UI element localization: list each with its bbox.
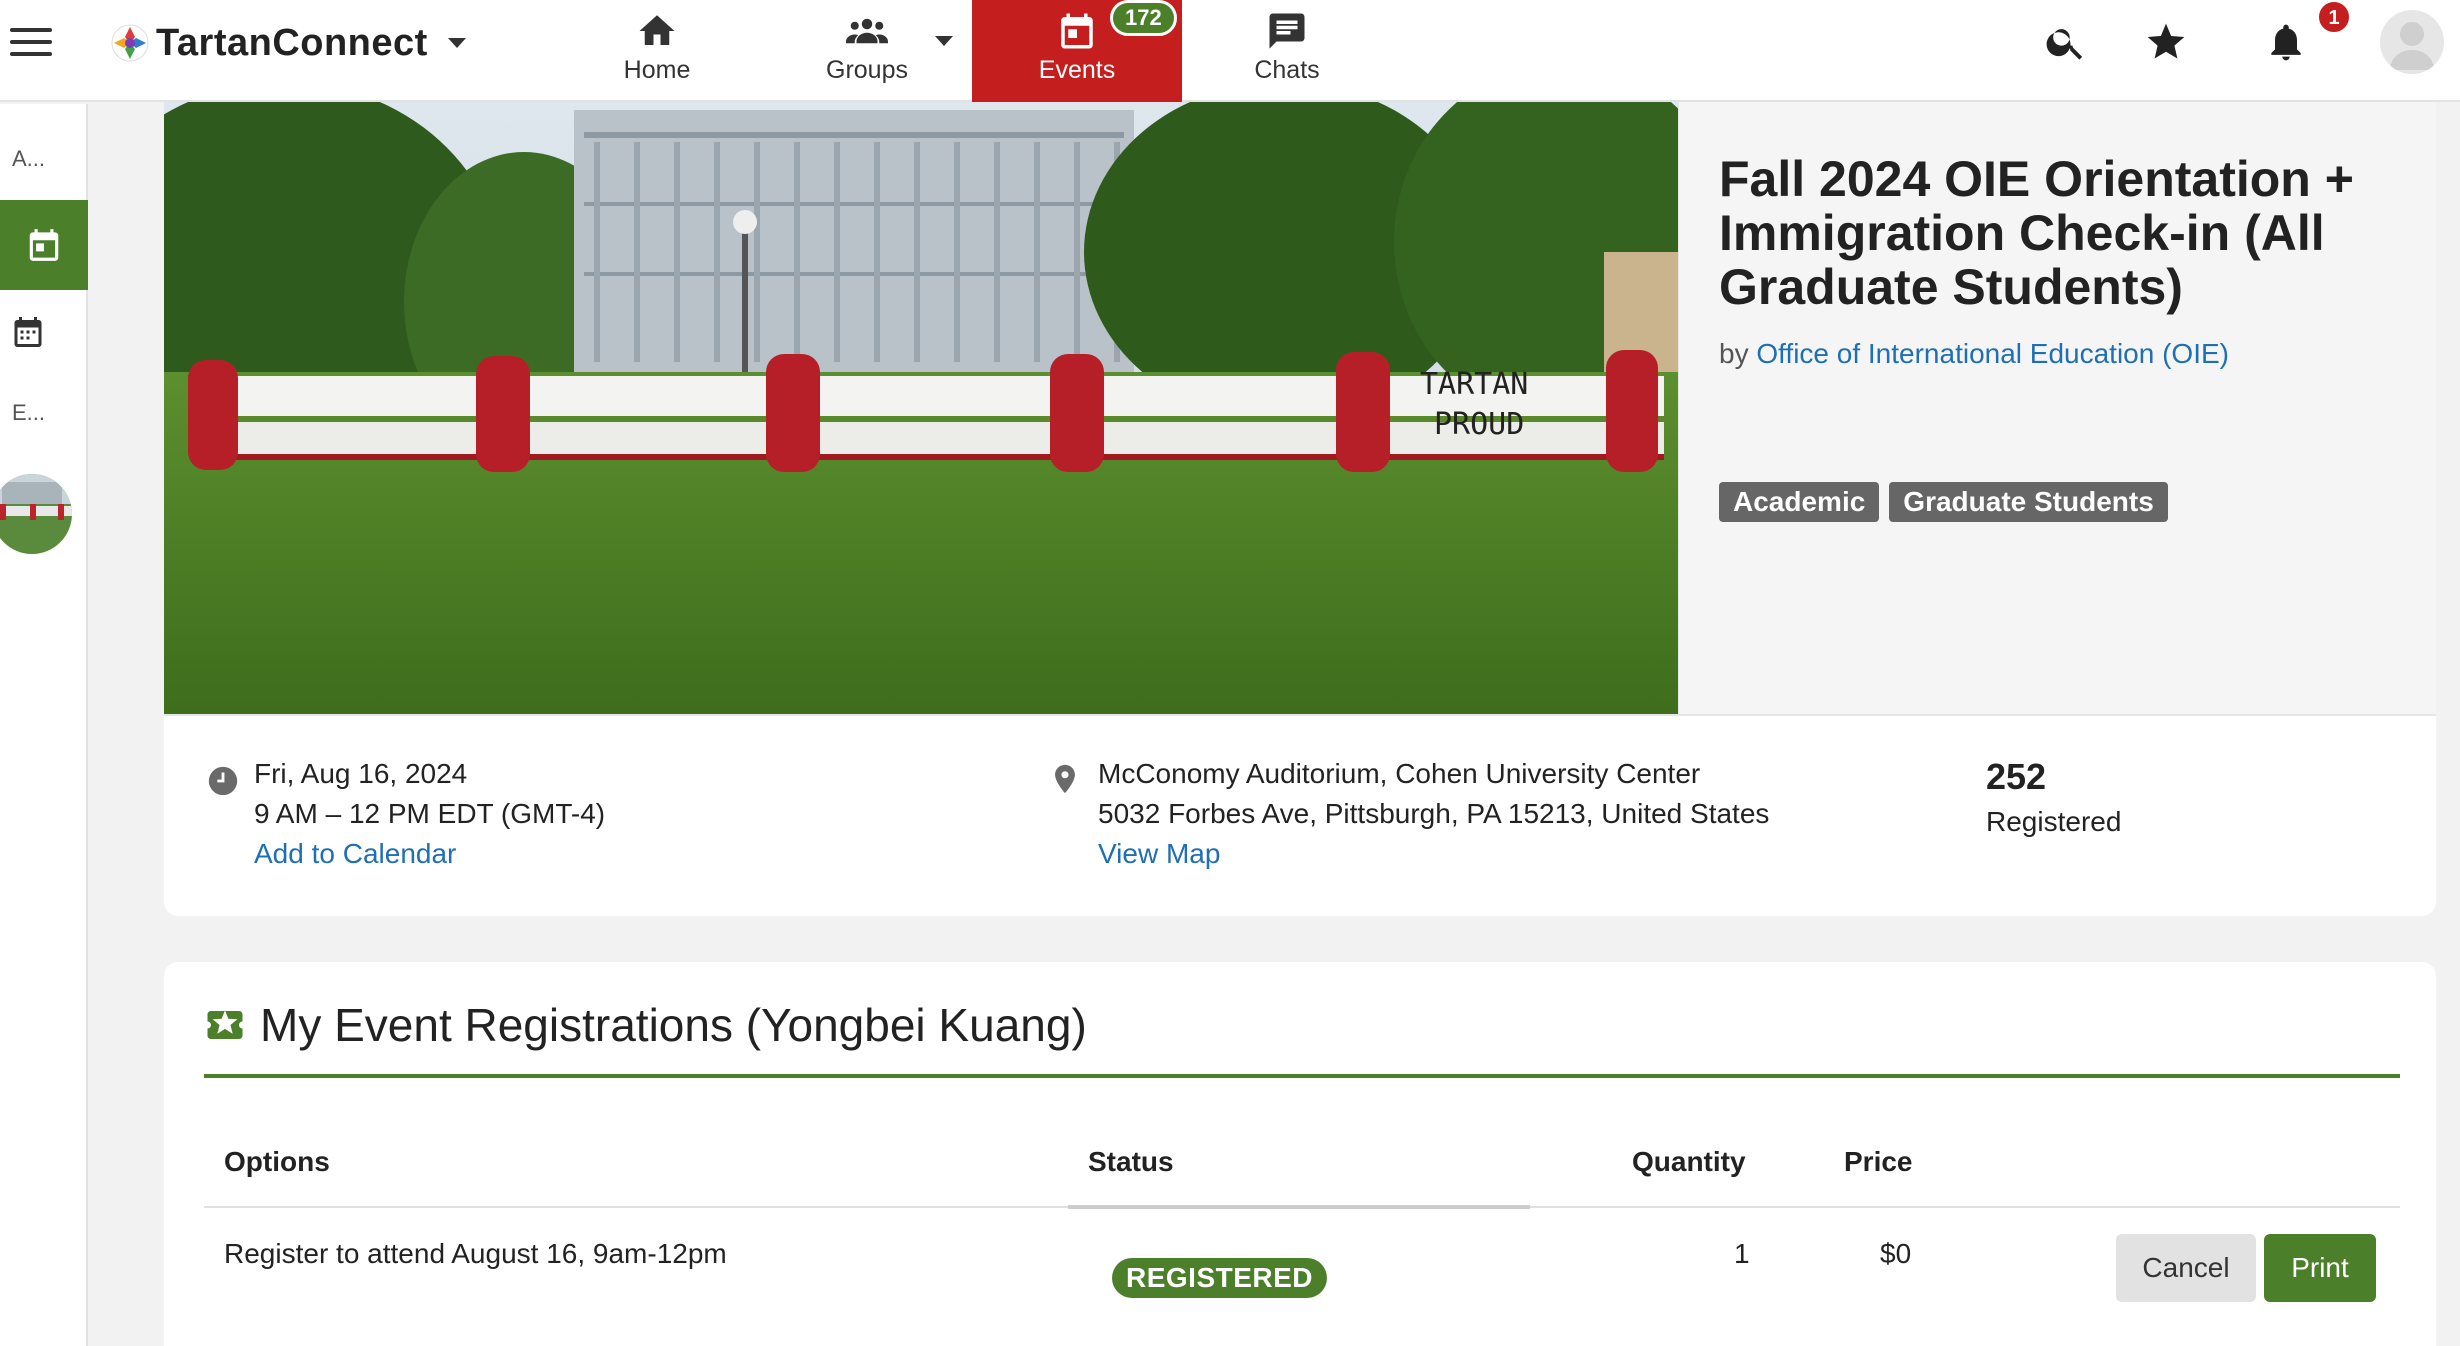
rail-item-e[interactable]: E... xyxy=(12,400,45,426)
event-location: McConomy Auditorium, Cohen University Ce… xyxy=(1098,754,1769,874)
clock-icon xyxy=(206,764,240,798)
add-to-calendar-link[interactable]: Add to Calendar xyxy=(254,834,605,874)
notifications-count-badge: 1 xyxy=(2317,0,2351,34)
tartanconnect-logo-icon xyxy=(111,24,149,62)
by-prefix: by xyxy=(1719,338,1749,369)
brand-switcher[interactable]: TartanConnect xyxy=(110,18,466,68)
notifications-button[interactable] xyxy=(2264,20,2308,64)
print-registration-button[interactable]: Print xyxy=(2264,1234,2376,1302)
left-rail: A... E... xyxy=(0,104,88,1346)
tag-academic[interactable]: Academic xyxy=(1719,482,1880,522)
search-button[interactable] xyxy=(2044,20,2088,64)
nav-home-label: Home xyxy=(623,56,691,84)
menu-icon[interactable] xyxy=(10,28,52,64)
nav-events[interactable]: Events 172 xyxy=(972,0,1182,102)
chat-icon xyxy=(1269,13,1305,49)
registered-count: 252 xyxy=(1986,756,2047,797)
top-navigation-bar: TartanConnect Home Groups Events 172 Cha… xyxy=(0,0,2460,102)
cancel-registration-button[interactable]: Cancel xyxy=(2116,1234,2256,1302)
event-datetime: Fri, Aug 16, 2024 9 AM – 12 PM EDT (GMT-… xyxy=(254,754,605,874)
event-details-row: Fri, Aug 16, 2024 9 AM – 12 PM EDT (GMT-… xyxy=(164,714,2436,916)
event-date: Fri, Aug 16, 2024 xyxy=(254,758,468,789)
column-header-price: Price xyxy=(1844,1146,1913,1177)
hero-sign-text-1: TARTAN xyxy=(1420,367,1528,402)
hero-sign-text-2: PROUD xyxy=(1434,407,1524,442)
my-registrations-card: My Event Registrations (Yongbei Kuang) O… xyxy=(164,962,2436,1346)
event-hero-image: TARTAN PROUD xyxy=(164,102,1678,714)
star-icon xyxy=(2147,23,2185,59)
column-header-options: Options xyxy=(224,1146,330,1177)
chevron-down-icon xyxy=(447,38,466,48)
location-address: 5032 Forbes Ave, Pittsburgh, PA 15213, U… xyxy=(1098,798,1770,829)
calendar-icon xyxy=(29,229,59,261)
rail-item-events[interactable] xyxy=(0,200,88,290)
nav-groups[interactable]: Groups xyxy=(762,0,972,102)
heading-divider xyxy=(204,1074,2400,1078)
organizer-link[interactable]: Office of International Education (OIE) xyxy=(1756,338,2229,369)
nav-chats[interactable]: Chats xyxy=(1182,0,1392,102)
tag-graduate-students[interactable]: Graduate Students xyxy=(1889,482,2168,522)
groups-icon xyxy=(846,18,888,44)
nav-home[interactable]: Home xyxy=(552,0,762,102)
location-name: McConomy Auditorium, Cohen University Ce… xyxy=(1098,758,1701,789)
ticket-icon xyxy=(207,1010,243,1039)
status-badge: REGISTERED xyxy=(1112,1258,1328,1298)
event-tags: Academic Graduate Students xyxy=(1719,482,2168,522)
home-icon xyxy=(639,15,675,45)
groups-dropdown-chevron-icon[interactable] xyxy=(935,36,953,46)
registration-quantity: 1 xyxy=(1734,1238,1750,1269)
user-avatar[interactable] xyxy=(2380,10,2444,74)
event-title: Fall 2024 OIE Orientation + Immigration … xyxy=(1719,151,2354,315)
nav-chats-label: Chats xyxy=(1254,56,1320,84)
rail-item-calendar[interactable] xyxy=(10,314,46,350)
status-column-underline xyxy=(1068,1205,1530,1209)
registration-option: Register to attend August 16, 9am-12pm xyxy=(224,1238,727,1269)
bell-icon xyxy=(2271,24,2301,61)
rail-event-thumbnail[interactable] xyxy=(0,474,72,554)
favorites-button[interactable] xyxy=(2144,20,2188,64)
column-header-status: Status xyxy=(1088,1146,1174,1177)
registrations-heading: My Event Registrations (Yongbei Kuang) xyxy=(204,998,1087,1052)
column-header-quantity: Quantity xyxy=(1632,1146,1746,1177)
event-summary-panel: Fall 2024 OIE Orientation + Immigration … xyxy=(1678,102,2436,714)
user-silhouette-icon xyxy=(2390,22,2434,70)
event-time: 9 AM – 12 PM EDT (GMT-4) xyxy=(254,798,606,829)
nav-events-label: Events xyxy=(1038,56,1116,84)
event-organizer-line: by Office of International Education (OI… xyxy=(1719,338,2229,370)
registered-label: Registered xyxy=(1986,806,2122,837)
brand-name: TartanConnect xyxy=(156,21,428,64)
location-pin-icon xyxy=(1048,762,1082,796)
registrations-heading-text: My Event Registrations (Yongbei Kuang) xyxy=(260,999,1087,1051)
events-count-badge: 172 xyxy=(1110,0,1177,36)
calendar-icon xyxy=(1061,13,1093,49)
nav-groups-label: Groups xyxy=(826,56,908,84)
registration-price: $0 xyxy=(1880,1238,1912,1269)
campus-fence-image: TARTAN PROUD xyxy=(164,102,1678,714)
view-map-link[interactable]: View Map xyxy=(1098,834,1769,874)
search-icon xyxy=(2046,29,2083,60)
calendar-grid-icon xyxy=(14,317,42,347)
rail-item-a[interactable]: A... xyxy=(12,146,45,172)
event-header-card: TARTAN PROUD Fall 2024 OIE Orientation +… xyxy=(164,102,2436,916)
thumbnail-image xyxy=(0,474,72,554)
